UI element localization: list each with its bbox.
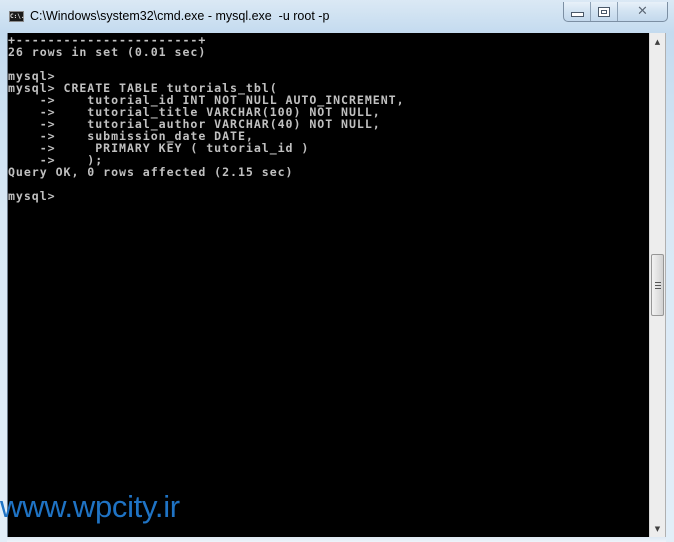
- console-output[interactable]: +-----------------------+ 26 rows in set …: [7, 33, 649, 537]
- console-window: C:\. C:\Windows\system32\cmd.exe - mysql…: [0, 0, 674, 542]
- caption-buttons: ✕: [563, 2, 668, 22]
- scroll-thumb[interactable]: [651, 254, 664, 316]
- minimize-icon: [570, 11, 584, 17]
- console-text: +-----------------------+ 26 rows in set …: [8, 34, 405, 202]
- scroll-down-button[interactable]: ▼: [650, 520, 665, 537]
- window-title: C:\Windows\system32\cmd.exe - mysql.exe …: [30, 9, 330, 23]
- minimize-button[interactable]: [564, 2, 591, 21]
- window-bottom-border: [7, 537, 666, 542]
- cmd-icon[interactable]: C:\.: [9, 11, 24, 22]
- grip-icon: [654, 281, 661, 289]
- close-button[interactable]: ✕: [618, 2, 667, 21]
- scroll-down-icon: ▼: [654, 524, 661, 533]
- console-line: 26 rows in set (0.01 sec): [8, 45, 207, 59]
- maximize-button[interactable]: [591, 2, 618, 21]
- scroll-up-button[interactable]: ▲: [650, 33, 665, 50]
- console-line: mysql>: [8, 189, 56, 203]
- scroll-up-icon: ▲: [654, 37, 661, 46]
- close-icon: ✕: [637, 4, 648, 19]
- watermark: www.wpcity.ir: [0, 489, 180, 524]
- vertical-scrollbar[interactable]: ▲ ▼: [649, 33, 666, 537]
- console-line: Query OK, 0 rows affected (2.15 sec): [8, 165, 294, 179]
- maximize-icon: [598, 6, 610, 17]
- title-bar[interactable]: C:\. C:\Windows\system32\cmd.exe - mysql…: [0, 0, 674, 32]
